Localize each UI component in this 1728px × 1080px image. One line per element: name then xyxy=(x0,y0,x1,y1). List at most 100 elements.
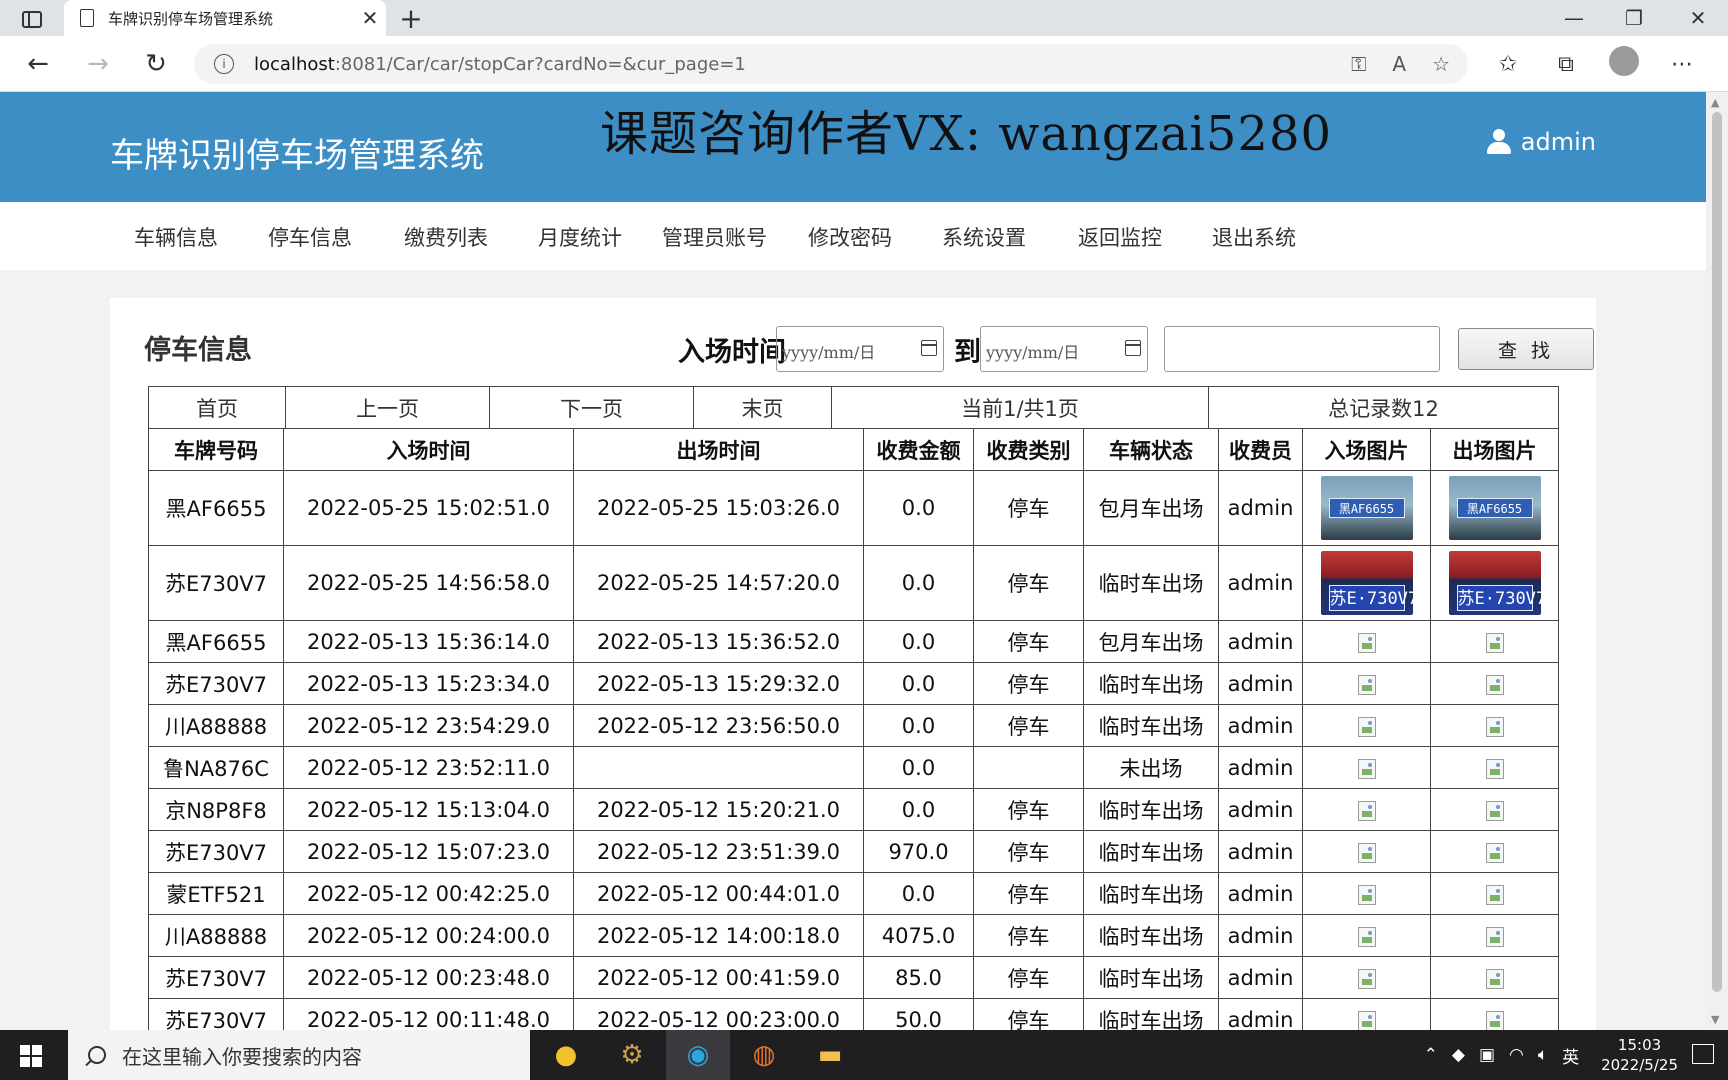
page-icon xyxy=(80,9,94,27)
site-title: 车牌识别停车场管理系统 xyxy=(110,136,484,176)
exit-photo-image[interactable]: 苏E·730V7 xyxy=(1448,551,1541,615)
entry-photo-image[interactable]: 黑AF6655 xyxy=(1320,476,1413,540)
volume-icon[interactable]: 🔈︎ xyxy=(1538,1045,1548,1065)
taskbar-search[interactable]: 在这里输入你要搜索的内容 xyxy=(68,1030,530,1080)
cell-fee-type: 停车 xyxy=(973,470,1084,546)
cell-status: 临时车出场 xyxy=(1083,998,1219,1030)
forward-icon[interactable]: → xyxy=(78,44,118,84)
page-viewport: 车牌识别停车场管理系统 课题咨询作者VX: wangzai5280 admin … xyxy=(0,92,1706,1030)
favorites-icon[interactable]: ✩ xyxy=(1490,52,1526,77)
broken-image-icon[interactable] xyxy=(1357,884,1376,905)
cell-entry-time: 2022-05-12 00:11:48.0 xyxy=(283,998,574,1030)
nav-admin-accounts[interactable]: 管理员账号 xyxy=(662,222,767,252)
back-icon[interactable]: ← xyxy=(18,44,58,84)
scroll-up-icon[interactable]: ▲ xyxy=(1711,96,1719,109)
broken-image-icon[interactable] xyxy=(1357,800,1376,821)
cell-entry-photo xyxy=(1302,914,1431,957)
app-icon[interactable]: ◍ xyxy=(732,1030,796,1080)
nav-parking-info[interactable]: 停车信息 xyxy=(268,222,352,252)
entry-photo-image[interactable]: 苏E·730V7 xyxy=(1320,551,1413,615)
close-window-icon[interactable]: ✕ xyxy=(1668,0,1728,36)
broken-image-icon[interactable] xyxy=(1485,884,1504,905)
cell-staff: admin xyxy=(1218,620,1303,663)
nav-system-settings[interactable]: 系统设置 xyxy=(942,222,1026,252)
tab-actions-icon[interactable] xyxy=(14,6,50,32)
nav-back-to-monitor[interactable]: 返回监控 xyxy=(1078,222,1162,252)
scroll-down-icon[interactable]: ▼ xyxy=(1711,1013,1719,1026)
eclipse-app-icon[interactable]: ⚙ xyxy=(600,1030,664,1080)
table-row: 京N8P8F8 2022-05-12 15:13:04.0 2022-05-12 1… xyxy=(148,788,1559,831)
key-icon[interactable]: ⚿ xyxy=(1351,52,1366,76)
page-scrollbar[interactable]: ▲ ▼ xyxy=(1706,92,1728,1030)
broken-image-icon[interactable] xyxy=(1357,1010,1376,1030)
browser-tab[interactable]: 车牌识别停车场管理系统 ✕ xyxy=(64,0,386,36)
broken-image-icon[interactable] xyxy=(1357,758,1376,779)
broken-image-icon[interactable] xyxy=(1357,716,1376,737)
clock[interactable]: 15:03 2022/5/25 xyxy=(1601,1035,1678,1075)
last-page-link[interactable]: 末页 xyxy=(693,386,832,429)
broken-image-icon[interactable] xyxy=(1357,674,1376,695)
search-button[interactable]: 查 找 xyxy=(1458,328,1594,370)
cell-exit-time: 2022-05-12 15:20:21.0 xyxy=(573,788,864,831)
add-favorite-icon[interactable]: ☆ xyxy=(1432,52,1450,76)
nav-logout[interactable]: 退出系统 xyxy=(1212,222,1296,252)
broken-image-icon[interactable] xyxy=(1485,674,1504,695)
cell-status: 临时车出场 xyxy=(1083,545,1219,621)
end-date-input[interactable]: yyyy/mm/日 xyxy=(980,326,1148,372)
cell-staff: admin xyxy=(1218,914,1303,957)
exit-photo-image[interactable]: 黑AF6655 xyxy=(1448,476,1541,540)
first-page-link[interactable]: 首页 xyxy=(148,386,286,429)
next-page-link[interactable]: 下一页 xyxy=(489,386,694,429)
calendar-icon[interactable] xyxy=(921,340,937,356)
broken-image-icon[interactable] xyxy=(1485,716,1504,737)
new-tab-icon[interactable]: + xyxy=(396,0,426,36)
windows-start-icon[interactable] xyxy=(20,1045,42,1067)
tray-expand-icon[interactable]: ⌃ xyxy=(1424,1045,1438,1065)
broken-image-icon[interactable] xyxy=(1357,842,1376,863)
read-aloud-icon[interactable]: A xyxy=(1392,52,1406,76)
collections-icon[interactable]: ⧉ xyxy=(1548,52,1584,77)
close-tab-icon[interactable]: ✕ xyxy=(354,6,386,30)
broken-image-icon[interactable] xyxy=(1485,926,1504,947)
broken-image-icon[interactable] xyxy=(1357,632,1376,653)
broken-image-icon[interactable] xyxy=(1485,758,1504,779)
broken-image-icon[interactable] xyxy=(1485,800,1504,821)
qq-app-icon[interactable]: ● xyxy=(534,1030,598,1080)
tray-app-icon[interactable]: ▣ xyxy=(1479,1045,1495,1065)
more-menu-icon[interactable]: ⋯ xyxy=(1664,52,1700,77)
broken-image-icon[interactable] xyxy=(1485,842,1504,863)
minimize-icon[interactable]: — xyxy=(1544,0,1604,36)
prev-page-link[interactable]: 上一页 xyxy=(285,386,490,429)
to-label: 到 xyxy=(954,337,981,368)
cell-status: 临时车出场 xyxy=(1083,872,1219,915)
calendar-icon[interactable] xyxy=(1125,340,1141,356)
site-info-icon[interactable]: i xyxy=(214,54,234,74)
tray-app-icon[interactable]: ◆ xyxy=(1452,1045,1465,1065)
wifi-icon[interactable]: ◠ xyxy=(1509,1045,1524,1065)
cell-fee-type: 停车 xyxy=(973,788,1084,831)
notification-icon[interactable] xyxy=(1692,1044,1714,1064)
address-bar[interactable]: i localhost:8081/Car/car/stopCar?cardNo=… xyxy=(194,44,1468,84)
scrollbar-thumb[interactable] xyxy=(1712,112,1722,992)
broken-image-icon[interactable] xyxy=(1357,968,1376,989)
plate-search-input[interactable] xyxy=(1164,326,1440,372)
edge-app-icon[interactable]: ◉ xyxy=(666,1030,730,1080)
profile-avatar[interactable] xyxy=(1606,46,1642,82)
ime-indicator[interactable]: 英 xyxy=(1562,1043,1579,1068)
nav-monthly-stats[interactable]: 月度统计 xyxy=(538,222,622,252)
url-path: :8081/Car/car/stopCar?cardNo=&cur_page=1 xyxy=(334,53,746,75)
nav-change-password[interactable]: 修改密码 xyxy=(808,222,892,252)
refresh-icon[interactable]: ↻ xyxy=(136,44,176,84)
start-date-input[interactable]: yyyy/mm/日 xyxy=(776,326,944,372)
cell-fee-type: 停车 xyxy=(973,998,1084,1030)
pagination: 首页 上一页 下一页 末页 当前1/共1页 总记录数12 xyxy=(148,386,1559,429)
file-explorer-icon[interactable]: ▬ xyxy=(798,1030,862,1080)
broken-image-icon[interactable] xyxy=(1485,632,1504,653)
broken-image-icon[interactable] xyxy=(1485,968,1504,989)
user-menu[interactable]: admin xyxy=(1486,128,1596,156)
restore-icon[interactable]: ❐ xyxy=(1604,0,1664,36)
broken-image-icon[interactable] xyxy=(1485,1010,1504,1030)
nav-payment-list[interactable]: 缴费列表 xyxy=(404,222,488,252)
broken-image-icon[interactable] xyxy=(1357,926,1376,947)
nav-vehicle-info[interactable]: 车辆信息 xyxy=(134,222,218,252)
